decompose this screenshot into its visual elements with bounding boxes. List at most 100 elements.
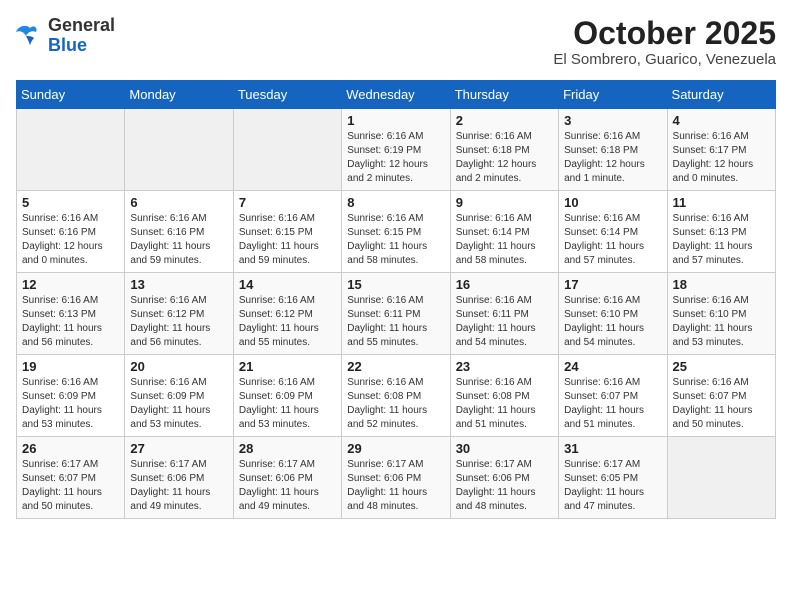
day-number: 7 [239,195,336,210]
day-number: 2 [456,113,553,128]
calendar-cell [233,109,341,191]
day-number: 30 [456,441,553,456]
calendar-cell: 7 Sunrise: 6:16 AM Sunset: 6:15 PM Daylig… [233,191,341,273]
day-number: 14 [239,277,336,292]
day-info: Sunrise: 6:16 AM Sunset: 6:12 PM Dayligh… [239,294,336,350]
calendar-cell [667,437,775,519]
day-number: 12 [22,277,119,292]
calendar-cell: 17 Sunrise: 6:16 AM Sunset: 6:10 PM Dayli… [559,273,667,355]
logo-text: General Blue [48,16,115,56]
calendar-cell: 29 Sunrise: 6:17 AM Sunset: 6:06 PM Dayli… [342,437,450,519]
day-info: Sunrise: 6:16 AM Sunset: 6:15 PM Dayligh… [239,212,336,268]
logo-bird-icon [16,24,44,48]
day-info: Sunrise: 6:16 AM Sunset: 6:15 PM Dayligh… [347,212,444,268]
calendar-cell: 19 Sunrise: 6:16 AM Sunset: 6:09 PM Dayli… [17,355,125,437]
day-info: Sunrise: 6:16 AM Sunset: 6:08 PM Dayligh… [347,376,444,432]
calendar-cell: 11 Sunrise: 6:16 AM Sunset: 6:13 PM Dayli… [667,191,775,273]
calendar-cell: 25Sunrise: 6:16 AM Sunset: 6:07 PM Dayli… [667,355,775,437]
day-info: Sunrise: 6:16 AM Sunset: 6:14 PM Dayligh… [564,212,661,268]
day-info: Sunrise: 6:16 AM Sunset: 6:10 PM Dayligh… [564,294,661,350]
calendar-cell: 9 Sunrise: 6:16 AM Sunset: 6:14 PM Daylig… [450,191,558,273]
day-info: Sunrise: 6:16 AM Sunset: 6:10 PM Dayligh… [673,294,770,350]
calendar-cell: 28Sunrise: 6:17 AM Sunset: 6:06 PM Dayli… [233,437,341,519]
calendar-table: SundayMondayTuesdayWednesdayThursdayFrid… [16,80,776,519]
calendar-cell: 23Sunrise: 6:16 AM Sunset: 6:08 PM Dayli… [450,355,558,437]
day-info: Sunrise: 6:16 AM Sunset: 6:11 PM Dayligh… [347,294,444,350]
day-info: Sunrise: 6:17 AM Sunset: 6:06 PM Dayligh… [347,458,444,514]
logo: General Blue [16,16,115,56]
calendar-cell: 12 Sunrise: 6:16 AM Sunset: 6:13 PM Dayli… [17,273,125,355]
day-info: Sunrise: 6:17 AM Sunset: 6:06 PM Dayligh… [456,458,553,514]
day-info: Sunrise: 6:16 AM Sunset: 6:14 PM Dayligh… [456,212,553,268]
day-info: Sunrise: 6:17 AM Sunset: 6:06 PM Dayligh… [239,458,336,514]
day-number: 15 [347,277,444,292]
calendar-cell: 22 Sunrise: 6:16 AM Sunset: 6:08 PM Dayli… [342,355,450,437]
logo-blue: Blue [48,35,87,55]
calendar-header-tuesday: Tuesday [233,81,341,109]
calendar-cell: 31Sunrise: 6:17 AM Sunset: 6:05 PM Dayli… [559,437,667,519]
calendar-cell: 15 Sunrise: 6:16 AM Sunset: 6:11 PM Dayli… [342,273,450,355]
calendar-cell: 24Sunrise: 6:16 AM Sunset: 6:07 PM Dayli… [559,355,667,437]
day-info: Sunrise: 6:16 AM Sunset: 6:13 PM Dayligh… [22,294,119,350]
calendar-header-row: SundayMondayTuesdayWednesdayThursdayFrid… [17,81,776,109]
day-info: Sunrise: 6:16 AM Sunset: 6:12 PM Dayligh… [130,294,227,350]
day-info: Sunrise: 6:16 AM Sunset: 6:09 PM Dayligh… [130,376,227,432]
calendar-header-wednesday: Wednesday [342,81,450,109]
calendar-week-row: 1Sunrise: 6:16 AM Sunset: 6:19 PM Daylig… [17,109,776,191]
day-number: 5 [22,195,119,210]
calendar-cell: 20 Sunrise: 6:16 AM Sunset: 6:09 PM Dayli… [125,355,233,437]
page-header: General Blue October 2025 El Sombrero, G… [16,16,776,68]
calendar-week-row: 12 Sunrise: 6:16 AM Sunset: 6:13 PM Dayli… [17,273,776,355]
day-number: 29 [347,441,444,456]
day-info: Sunrise: 6:16 AM Sunset: 6:11 PM Dayligh… [456,294,553,350]
day-number: 18 [673,277,770,292]
location-subtitle: El Sombrero, Guarico, Venezuela [553,51,776,68]
calendar-cell: 14 Sunrise: 6:16 AM Sunset: 6:12 PM Dayli… [233,273,341,355]
day-number: 4 [673,113,770,128]
calendar-cell: 3 Sunrise: 6:16 AM Sunset: 6:18 PM Daylig… [559,109,667,191]
logo-general: General [48,15,115,35]
day-info: Sunrise: 6:16 AM Sunset: 6:18 PM Dayligh… [456,130,553,186]
day-info: Sunrise: 6:16 AM Sunset: 6:19 PM Dayligh… [347,130,444,186]
day-info: Sunrise: 6:16 AM Sunset: 6:09 PM Dayligh… [239,376,336,432]
day-info: Sunrise: 6:16 AM Sunset: 6:17 PM Dayligh… [673,130,770,186]
calendar-cell: 4 Sunrise: 6:16 AM Sunset: 6:17 PM Daylig… [667,109,775,191]
title-block: October 2025 El Sombrero, Guarico, Venez… [553,16,776,68]
day-number: 6 [130,195,227,210]
day-info: Sunrise: 6:16 AM Sunset: 6:18 PM Dayligh… [564,130,661,186]
calendar-cell: 6 Sunrise: 6:16 AM Sunset: 6:16 PM Daylig… [125,191,233,273]
calendar-cell: 30 Sunrise: 6:17 AM Sunset: 6:06 PM Dayli… [450,437,558,519]
day-number: 31 [564,441,661,456]
calendar-cell: 13 Sunrise: 6:16 AM Sunset: 6:12 PM Dayli… [125,273,233,355]
day-number: 20 [130,359,227,374]
day-number: 22 [347,359,444,374]
calendar-header-friday: Friday [559,81,667,109]
day-info: Sunrise: 6:16 AM Sunset: 6:13 PM Dayligh… [673,212,770,268]
day-number: 23 [456,359,553,374]
day-number: 11 [673,195,770,210]
day-info: Sunrise: 6:16 AM Sunset: 6:16 PM Dayligh… [130,212,227,268]
calendar-week-row: 5 Sunrise: 6:16 AM Sunset: 6:16 PM Daylig… [17,191,776,273]
calendar-cell: 5 Sunrise: 6:16 AM Sunset: 6:16 PM Daylig… [17,191,125,273]
calendar-cell: 16 Sunrise: 6:16 AM Sunset: 6:11 PM Dayli… [450,273,558,355]
day-info: Sunrise: 6:17 AM Sunset: 6:07 PM Dayligh… [22,458,119,514]
calendar-week-row: 26 Sunrise: 6:17 AM Sunset: 6:07 PM Dayli… [17,437,776,519]
day-number: 26 [22,441,119,456]
day-number: 13 [130,277,227,292]
day-number: 16 [456,277,553,292]
day-info: Sunrise: 6:16 AM Sunset: 6:09 PM Dayligh… [22,376,119,432]
day-number: 10 [564,195,661,210]
calendar-cell: 21 Sunrise: 6:16 AM Sunset: 6:09 PM Dayli… [233,355,341,437]
day-number: 17 [564,277,661,292]
calendar-cell: 2 Sunrise: 6:16 AM Sunset: 6:18 PM Daylig… [450,109,558,191]
day-number: 9 [456,195,553,210]
calendar-cell: 18 Sunrise: 6:16 AM Sunset: 6:10 PM Dayli… [667,273,775,355]
calendar-cell: 26 Sunrise: 6:17 AM Sunset: 6:07 PM Dayli… [17,437,125,519]
day-info: Sunrise: 6:16 AM Sunset: 6:16 PM Dayligh… [22,212,119,268]
day-number: 19 [22,359,119,374]
day-number: 3 [564,113,661,128]
day-number: 21 [239,359,336,374]
calendar-cell: 8Sunrise: 6:16 AM Sunset: 6:15 PM Daylig… [342,191,450,273]
day-info: Sunrise: 6:17 AM Sunset: 6:06 PM Dayligh… [130,458,227,514]
calendar-header-saturday: Saturday [667,81,775,109]
